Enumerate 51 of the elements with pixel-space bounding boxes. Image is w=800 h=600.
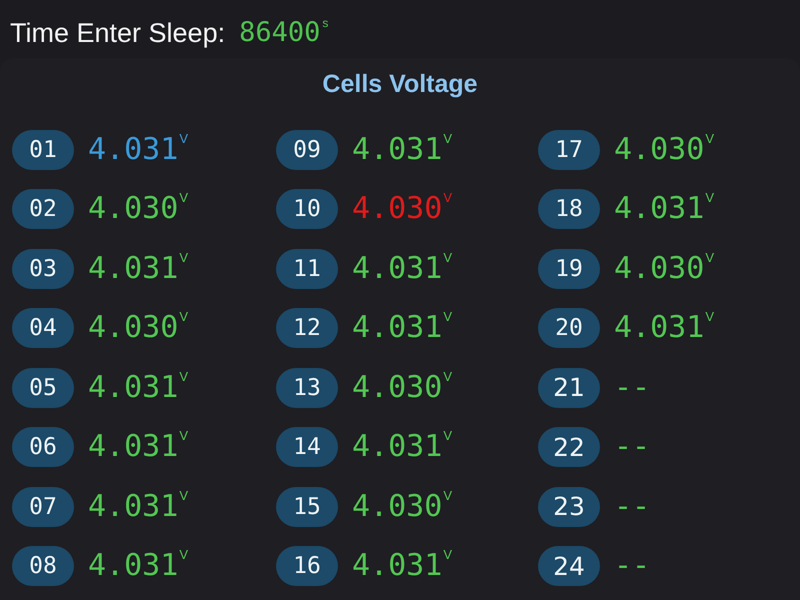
sleep-time-value: 86400$^{s}$	[239, 16, 328, 50]
cell-number-badge: 20	[538, 308, 600, 348]
cell-number-badge: 23	[538, 486, 600, 527]
cell-voltage-value: 4.031$^{V}$	[88, 548, 188, 584]
cell-voltage-value: 4.030$^{V}$	[614, 250, 714, 287]
cell-voltage-value: 4.031$^{V}$	[352, 310, 452, 346]
cell-voltage-value: 4.031$^{V}$	[352, 132, 452, 168]
cell-voltage-value: 4.031$^{V}$	[352, 250, 452, 287]
cell-voltage-value: --	[614, 370, 650, 406]
cell-number-badge: 12	[276, 308, 338, 348]
cell-number-badge: 21	[538, 368, 600, 408]
cell-number-badge: 15	[276, 486, 338, 527]
cell-voltage-value: 4.030$^{V}$	[352, 488, 452, 525]
cell-number-badge: 05	[12, 368, 74, 408]
cell-voltage-value: 4.031$^{V}$	[88, 250, 188, 287]
cell-number-badge: 02	[12, 189, 74, 230]
cell-voltage-value: 4.030$^{V}$	[88, 191, 188, 228]
cell-voltage-value: --	[614, 429, 650, 466]
cell-voltage-value: 4.030$^{V}$	[352, 191, 452, 228]
cell-voltage-value: 4.031$^{V}$	[88, 132, 188, 168]
cell-voltage-value: 4.031$^{V}$	[88, 488, 188, 525]
cell-number-badge: 04	[12, 308, 74, 348]
cell-voltage-value: --	[614, 488, 650, 525]
cell-number-badge: 17	[538, 130, 600, 170]
cell-number-badge: 11	[276, 248, 338, 289]
cell-voltage-value: 4.030$^{V}$	[352, 370, 452, 406]
cell-voltage-value: 4.031$^{V}$	[614, 310, 714, 346]
cell-number-badge: 22	[538, 427, 600, 468]
cell-number-badge: 16	[276, 546, 338, 586]
cell-voltage-value: --	[614, 548, 650, 584]
cell-voltage-value: 4.031$^{V}$	[352, 548, 452, 584]
cell-number-badge: 07	[12, 486, 74, 527]
cell-number-badge: 14	[276, 427, 338, 468]
cell-voltage-value: 4.031$^{V}$	[614, 191, 714, 228]
cell-voltage-value: 4.031$^{V}$	[88, 429, 188, 466]
cell-voltage-value: 4.030$^{V}$	[614, 132, 714, 168]
sleep-time-label: Time Enter Sleep:	[10, 17, 226, 50]
cell-number-badge: 24	[538, 546, 600, 586]
cell-number-badge: 09	[276, 130, 338, 170]
cell-number-badge: 13	[276, 368, 338, 408]
cell-voltage-value: 4.030$^{V}$	[88, 310, 188, 346]
cell-number-badge: 08	[12, 546, 74, 586]
cell-number-badge: 18	[538, 189, 600, 230]
cell-number-badge: 01	[12, 130, 74, 170]
cell-voltage-value: 4.031$^{V}$	[352, 429, 452, 466]
cell-number-badge: 10	[276, 189, 338, 230]
cell-number-badge: 03	[12, 248, 74, 289]
cell-number-badge: 06	[12, 427, 74, 468]
panel-title: Cells Voltage	[321, 69, 479, 100]
cell-number-badge: 19	[538, 248, 600, 289]
cell-voltage-value: 4.031$^{V}$	[88, 370, 188, 406]
